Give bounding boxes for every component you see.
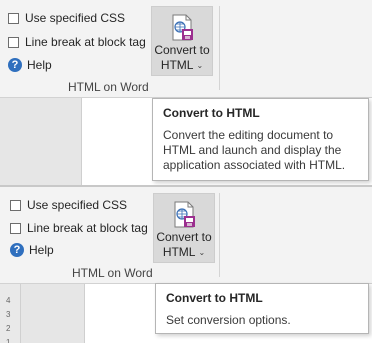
ribbon-group-html-on-word: Use specified CSS Line break at block ta… xyxy=(0,0,372,98)
tooltip-title: Convert to HTML xyxy=(166,291,263,305)
help-button[interactable]: ? Help xyxy=(10,240,54,260)
line-break-at-block-tag-checkbox[interactable]: Line break at block tag xyxy=(8,32,146,52)
checkbox-label: Use specified CSS xyxy=(25,11,126,25)
checkbox-box[interactable] xyxy=(10,222,21,234)
ruler-number: 2 xyxy=(6,324,11,333)
convert-button-label-line1: Convert to xyxy=(154,43,210,57)
convert-button-label-line2: HTML ⌄ xyxy=(163,245,205,260)
tooltip-text: Convert the editing document to HTML and… xyxy=(163,128,346,172)
screenshot-panel-top: Use specified CSS Line break at block ta… xyxy=(0,0,372,185)
checkbox-label: Use specified CSS xyxy=(27,198,128,212)
convert-button-label-html: HTML xyxy=(162,245,196,259)
tooltip-convert-to-html: Convert to HTML Convert the editing docu… xyxy=(152,98,369,181)
convert-button-label-line1: Convert to xyxy=(156,230,212,244)
use-specified-css-checkbox[interactable]: Use specified CSS xyxy=(10,195,127,215)
checkbox-label: Line break at block tag xyxy=(27,221,148,235)
ruler-number: 1 xyxy=(6,338,11,343)
group-divider xyxy=(219,6,220,90)
chevron-down-icon: ⌄ xyxy=(198,248,206,257)
use-specified-css-checkbox[interactable]: Use specified CSS xyxy=(8,8,125,28)
html-document-icon xyxy=(169,200,199,230)
tooltip-convert-to-html: Convert to HTML Set conversion options. xyxy=(155,283,369,334)
line-break-at-block-tag-checkbox[interactable]: Line break at block tag xyxy=(10,218,148,238)
convert-to-html-button[interactable]: Convert to HTML ⌄ xyxy=(151,6,213,76)
group-title: HTML on Word xyxy=(72,266,153,280)
help-icon: ? xyxy=(10,243,24,257)
help-button[interactable]: ? Help xyxy=(8,55,52,75)
help-label: Help xyxy=(27,58,52,72)
html-document-icon xyxy=(167,13,197,43)
convert-to-html-button[interactable]: Convert to HTML ⌄ xyxy=(153,193,215,263)
tooltip-title: Convert to HTML xyxy=(163,106,260,120)
group-divider xyxy=(219,193,220,277)
chevron-down-icon: ⌄ xyxy=(196,61,204,70)
help-icon: ? xyxy=(8,58,22,72)
group-title: HTML on Word xyxy=(68,80,149,94)
checkbox-box[interactable] xyxy=(8,36,19,48)
ruler-number: 4 xyxy=(6,296,11,305)
checkbox-box[interactable] xyxy=(10,199,21,211)
ribbon-group-html-on-word: Use specified CSS Line break at block ta… xyxy=(0,187,372,284)
ruler-number: 3 xyxy=(6,310,11,319)
convert-button-label-html: HTML xyxy=(160,58,194,72)
checkbox-label: Line break at block tag xyxy=(25,35,146,49)
checkbox-box[interactable] xyxy=(8,12,19,24)
help-label: Help xyxy=(29,243,54,257)
tooltip-text: Set conversion options. xyxy=(166,313,291,327)
vertical-ruler: 4 3 2 1 xyxy=(0,284,21,343)
screenshot-panel-bottom: Use specified CSS Line break at block ta… xyxy=(0,187,372,343)
convert-button-label-line2: HTML ⌄ xyxy=(161,58,203,73)
